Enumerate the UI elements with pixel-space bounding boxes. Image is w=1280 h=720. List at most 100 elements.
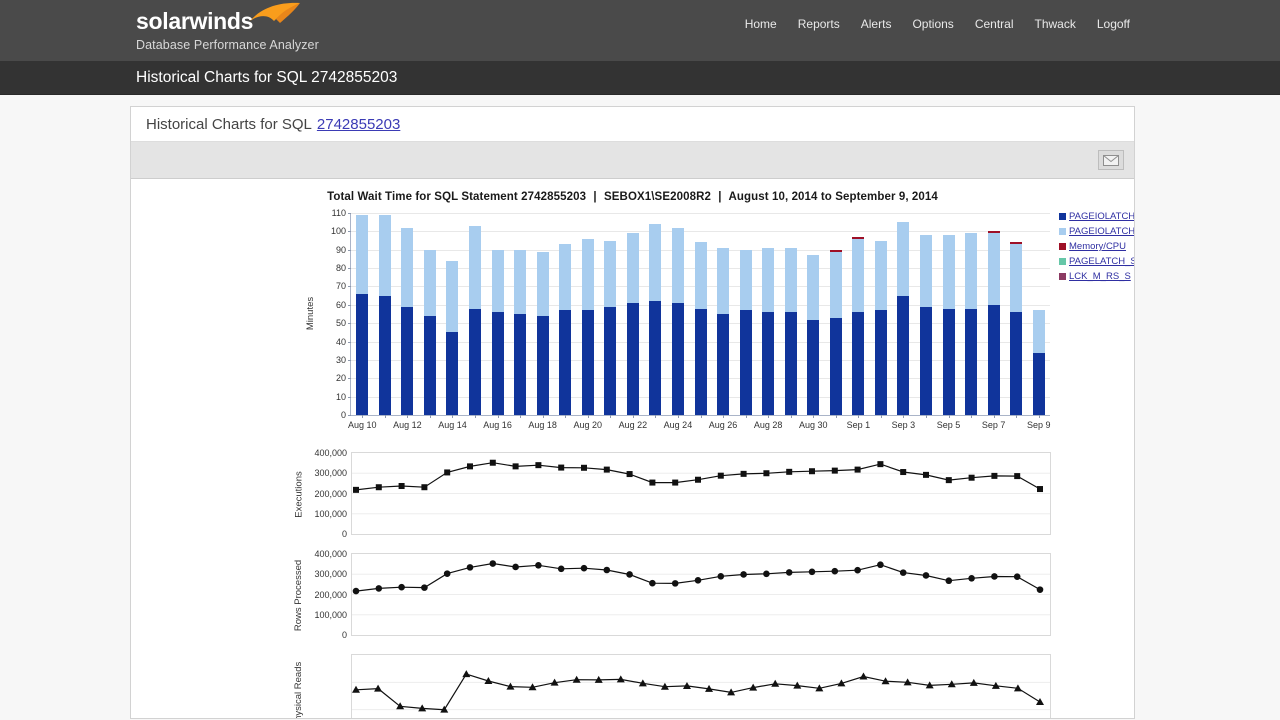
executions-marker[interactable] [558, 464, 565, 471]
rows-processed-ytick-label: 100,000 [314, 609, 347, 620]
executions-marker[interactable] [398, 483, 405, 490]
rows-processed-marker[interactable] [968, 575, 975, 582]
physical-reads-marker[interactable] [859, 672, 868, 680]
legend-item[interactable]: Memory/CPU [1059, 239, 1134, 254]
title-separator-1: | [593, 191, 597, 203]
bar-segment [942, 308, 955, 415]
rows-processed-marker[interactable] [694, 577, 702, 584]
rows-processed-marker[interactable] [808, 568, 816, 576]
executions-marker[interactable] [649, 479, 656, 486]
executions-marker[interactable] [968, 474, 975, 481]
nav-item-central[interactable]: Central [975, 17, 1014, 31]
nav-item-home[interactable]: Home [745, 17, 777, 31]
legend-label[interactable]: PAGEIOLATCH_SH [1069, 211, 1134, 222]
physical-reads-marker[interactable] [462, 670, 471, 678]
rows-processed-marker[interactable] [398, 583, 405, 591]
executions-marker[interactable] [603, 466, 610, 473]
executions-marker[interactable] [672, 479, 679, 486]
rows-processed-marker[interactable] [854, 566, 861, 574]
rows-processed-marker[interactable] [603, 566, 611, 574]
rows-processed-marker[interactable] [831, 567, 839, 575]
rows-processed-marker[interactable] [489, 560, 497, 567]
rows-processed-marker[interactable] [649, 579, 656, 587]
executions-marker[interactable] [763, 470, 770, 477]
executions-marker[interactable] [809, 468, 815, 475]
executions-marker[interactable] [717, 472, 724, 479]
legend-item[interactable]: PAGEIOLATCH_EX [1059, 224, 1134, 239]
executions-marker[interactable] [1014, 473, 1021, 480]
nav-item-alerts[interactable]: Alerts [861, 17, 892, 31]
rows-processed-marker[interactable] [717, 572, 725, 580]
rows-processed-marker[interactable] [671, 580, 679, 587]
bar-chart-ytick-mark [348, 396, 351, 398]
executions-marker[interactable] [353, 486, 359, 493]
executions-marker[interactable] [854, 466, 861, 473]
executions-marker[interactable] [467, 463, 473, 470]
rows-processed-marker[interactable] [945, 577, 953, 585]
rows-processed-marker[interactable] [1013, 573, 1021, 580]
executions-marker[interactable] [444, 469, 451, 476]
executions-ytick-label: 400,000 [314, 448, 347, 458]
executions-marker[interactable] [945, 477, 952, 484]
physical-reads-marker[interactable] [771, 679, 780, 687]
executions-marker[interactable] [421, 484, 428, 491]
nav-item-reports[interactable]: Reports [798, 17, 840, 31]
bar-segment [762, 247, 775, 313]
rows-processed-marker[interactable] [1036, 586, 1044, 593]
executions-marker[interactable] [375, 484, 382, 491]
executions-marker[interactable] [1037, 486, 1043, 493]
legend-label[interactable]: PAGELATCH_SH [1069, 256, 1134, 267]
physical-reads-marker[interactable] [1036, 698, 1044, 706]
rows-processed-marker[interactable] [443, 570, 451, 577]
legend-label[interactable]: LCK_M_RS_S [1069, 271, 1131, 282]
bar-segment [1010, 242, 1023, 245]
legend-item[interactable]: PAGEIOLATCH_SH [1059, 209, 1134, 224]
legend-label[interactable]: PAGEIOLATCH_EX [1069, 226, 1134, 237]
rows-processed-marker[interactable] [580, 564, 588, 572]
rows-processed-marker[interactable] [626, 571, 633, 578]
rows-processed-marker[interactable] [785, 569, 793, 576]
bar-segment [987, 233, 1000, 305]
bar-segment [965, 308, 978, 415]
sql-hash-link[interactable]: 2742855203 [317, 116, 400, 133]
rows-processed-marker[interactable] [899, 569, 907, 576]
legend-item[interactable]: LCK_M_RS_S [1059, 269, 1134, 284]
bar-chart-title-range: August 10, 2014 to September 9, 2014 [728, 191, 938, 203]
nav-item-logoff[interactable]: Logoff [1097, 17, 1130, 31]
rows-processed-marker[interactable] [352, 587, 360, 595]
nav-item-options[interactable]: Options [912, 17, 953, 31]
physical-reads-marker[interactable] [374, 684, 383, 692]
rows-processed-marker[interactable] [375, 585, 383, 592]
rows-processed-marker[interactable] [466, 564, 474, 571]
legend-label[interactable]: Memory/CPU [1069, 241, 1126, 252]
executions-marker[interactable] [831, 467, 838, 474]
executions-marker[interactable] [740, 470, 747, 477]
rows-processed-marker[interactable] [512, 563, 519, 571]
bar-segment [604, 240, 617, 307]
rows-processed-marker[interactable] [991, 573, 998, 580]
rows-processed-marker[interactable] [877, 561, 884, 569]
executions-marker[interactable] [877, 461, 884, 468]
executions-marker[interactable] [626, 471, 633, 478]
executions-marker[interactable] [695, 476, 701, 483]
email-report-button[interactable] [1098, 150, 1124, 170]
rows-processed-marker[interactable] [535, 562, 542, 569]
executions-marker[interactable] [900, 469, 907, 476]
executions-marker[interactable] [923, 471, 929, 478]
rows-processed-marker[interactable] [922, 572, 930, 579]
rows-processed-marker[interactable] [557, 565, 565, 573]
rows-processed-marker[interactable] [421, 584, 428, 591]
legend-item[interactable]: PAGELATCH_SH [1059, 254, 1134, 269]
charts-container: Total Wait Time for SQL Statement 274285… [131, 179, 1134, 718]
executions-marker[interactable] [535, 462, 542, 469]
rows-processed-marker[interactable] [740, 571, 747, 578]
rows-processed-marker[interactable] [763, 570, 770, 578]
nav-item-thwack[interactable]: Thwack [1035, 17, 1076, 31]
executions-marker[interactable] [786, 468, 793, 475]
executions-marker[interactable] [991, 472, 998, 479]
legend-swatch [1059, 213, 1066, 220]
executions-marker[interactable] [581, 464, 587, 471]
executions-marker[interactable] [489, 459, 496, 466]
physical-reads-chart: Physical Reads 250,000 500,000 [131, 651, 1134, 718]
executions-marker[interactable] [512, 463, 519, 470]
